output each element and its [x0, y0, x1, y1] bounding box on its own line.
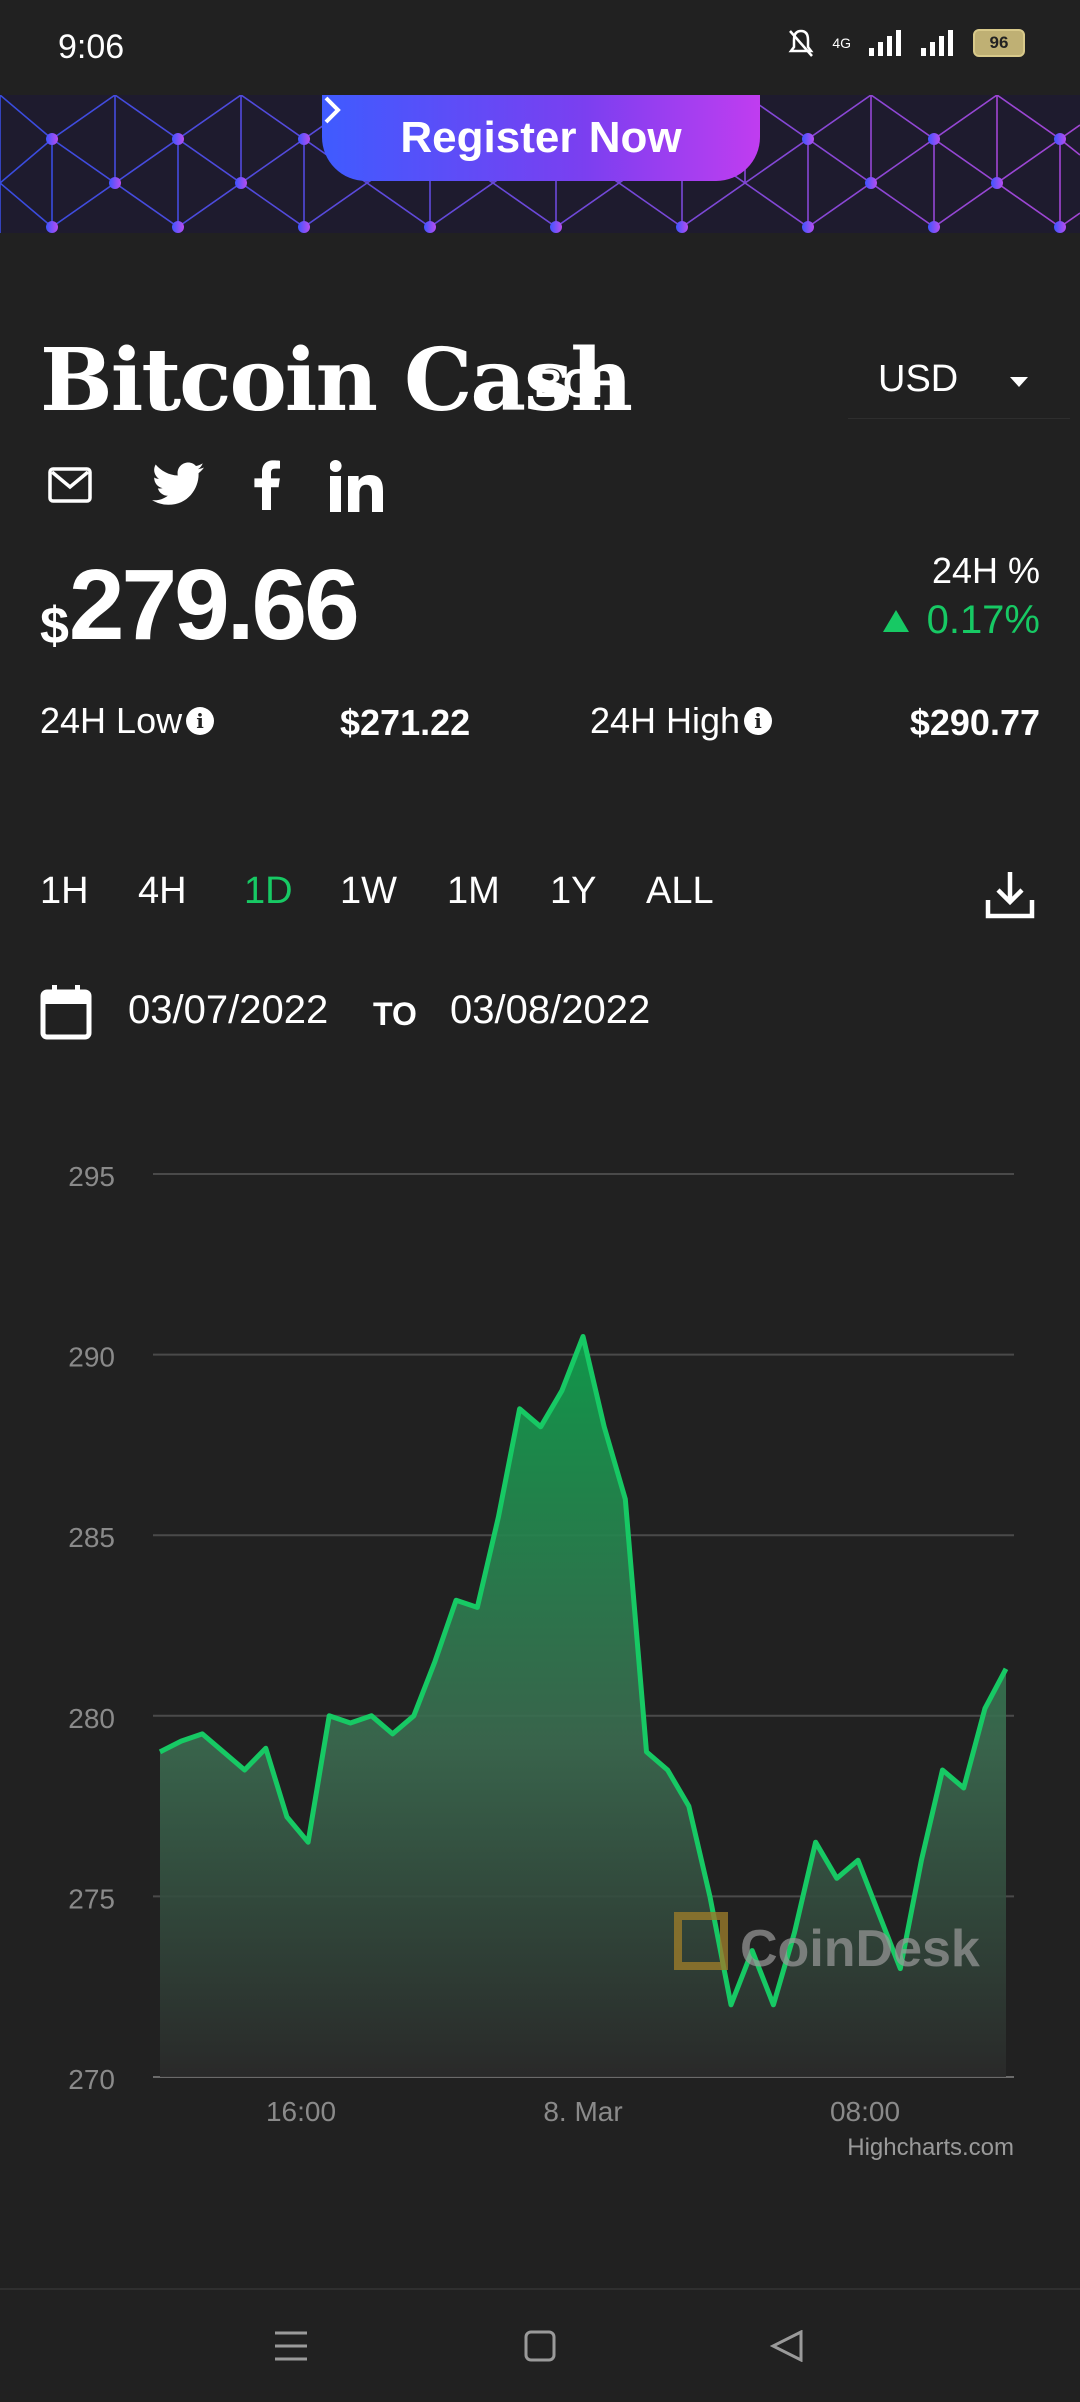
tab-1m[interactable]: 1M	[447, 870, 500, 913]
currency-value: USD	[878, 358, 958, 401]
change-percent: 0.17%	[927, 598, 1040, 643]
email-icon[interactable]	[48, 466, 92, 504]
tab-1y[interactable]: 1Y	[550, 870, 596, 913]
signal-icon-2	[921, 30, 955, 56]
tab-1d[interactable]: 1D	[244, 870, 293, 913]
high-value: $290.77	[910, 702, 1040, 744]
facebook-icon[interactable]	[254, 460, 280, 510]
x-tick-label: 8. Mar	[543, 2096, 622, 2127]
watermark-text: CoinDesk	[740, 1920, 980, 1978]
date-range: 03/07/2022 TO 03/08/2022	[40, 984, 700, 1044]
back-icon[interactable]	[770, 2330, 804, 2362]
date-separator: TO	[373, 996, 417, 1033]
linkedin-icon[interactable]	[330, 460, 384, 512]
x-tick-label: 16:00	[266, 2096, 336, 2127]
tab-1w[interactable]: 1W	[340, 870, 397, 913]
tab-1h[interactable]: 1H	[40, 870, 89, 913]
y-tick-label: 270	[68, 2064, 115, 2095]
range-tabs: 1H 4H 1D 1W 1M 1Y ALL	[40, 870, 1040, 930]
y-tick-label: 290	[68, 1342, 115, 1373]
high-label-text: 24H High	[590, 700, 740, 742]
status-icons: 4G 96	[788, 28, 1025, 58]
download-icon[interactable]	[982, 866, 1038, 922]
menu-icon[interactable]	[274, 2330, 308, 2362]
status-bar: 9:06 4G 96	[0, 0, 1080, 95]
info-icon[interactable]: i	[744, 707, 772, 735]
caret-down-icon	[1010, 377, 1028, 387]
tab-all[interactable]: ALL	[646, 870, 714, 913]
battery-icon: 96	[973, 29, 1025, 57]
calendar-icon[interactable]	[40, 984, 92, 1040]
price-value: 279.66	[69, 549, 357, 661]
low-label-text: 24H Low	[40, 700, 182, 742]
x-tick-label: 08:00	[830, 2096, 900, 2127]
network-label: 4G	[832, 35, 851, 51]
mute-icon	[788, 28, 814, 58]
y-tick-label: 275	[68, 1883, 115, 1914]
y-tick-label: 285	[68, 1522, 115, 1553]
high-label: 24H High i	[590, 700, 772, 742]
date-to-input[interactable]: 03/08/2022	[450, 988, 710, 1033]
tab-4h[interactable]: 4H	[138, 870, 187, 913]
twitter-icon[interactable]	[152, 462, 204, 506]
y-tick-label: 280	[68, 1703, 115, 1734]
signal-icon	[869, 30, 903, 56]
promo-banner[interactable]: Register Now	[0, 95, 1080, 233]
register-now-button[interactable]: Register Now	[322, 95, 760, 181]
info-icon[interactable]: i	[186, 707, 214, 735]
price-chart[interactable]: 295 290 285 280 275 270 16:00 8. Mar 08:00 CoinDe…	[40, 1120, 1040, 2200]
asset-ticker: BCH	[534, 362, 621, 407]
current-price: $279.66	[40, 548, 357, 663]
triangle-up-icon	[883, 610, 909, 632]
chevron-right-icon	[322, 95, 342, 125]
y-tick-label: 295	[68, 1161, 115, 1192]
low-label: 24H Low i	[40, 700, 214, 742]
change-value: 0.17%	[883, 598, 1040, 643]
date-from-input[interactable]: 03/07/2022	[128, 988, 350, 1033]
low-value: $271.22	[340, 702, 470, 744]
status-time: 9:06	[58, 28, 124, 67]
chart-credits[interactable]: Highcharts.com	[847, 2134, 1014, 2161]
home-icon[interactable]	[524, 2330, 556, 2362]
system-nav-bar	[0, 2288, 1080, 2402]
change-label: 24H %	[932, 550, 1040, 592]
price-symbol: $	[40, 597, 69, 655]
currency-select[interactable]: USD	[848, 340, 1070, 419]
register-now-label: Register Now	[400, 113, 681, 163]
